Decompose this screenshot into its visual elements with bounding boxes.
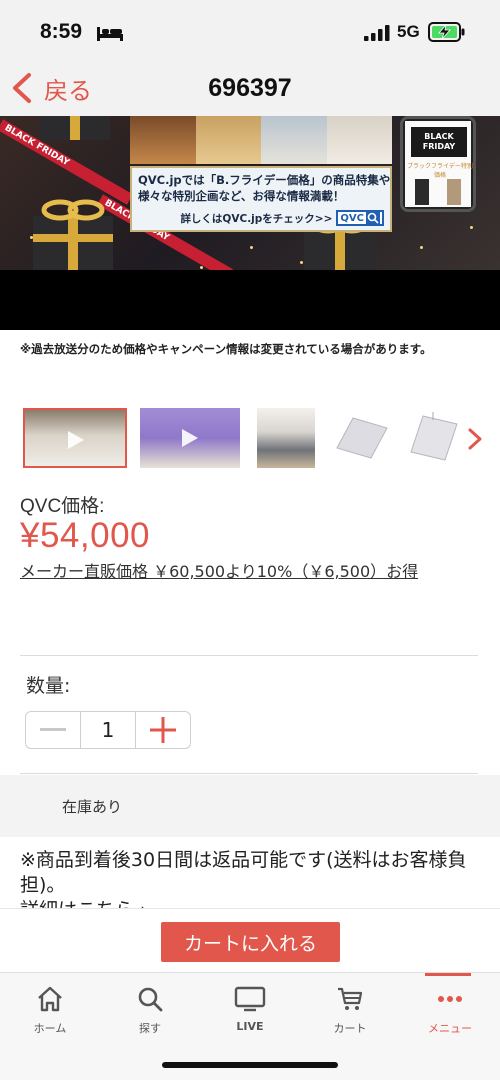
home-indicator bbox=[162, 1062, 338, 1068]
tv-icon bbox=[234, 986, 266, 1012]
return-policy-note: ※商品到着後30日間は返品可能です(送料はお客様負担)。 bbox=[20, 849, 467, 896]
thumbnail-image-3[interactable] bbox=[257, 408, 315, 468]
phone-screen: BLACK FRIDAY ブラックフライデー特別価格 bbox=[405, 121, 474, 207]
thumbnail-video-1[interactable] bbox=[23, 408, 127, 468]
nav-bar: 戻る 696397 bbox=[0, 62, 500, 116]
quantity-value[interactable]: 1 bbox=[80, 712, 136, 748]
increment-button[interactable] bbox=[136, 712, 190, 748]
play-icon bbox=[182, 429, 198, 447]
play-icon bbox=[68, 431, 84, 449]
status-bar: 8:59 5G bbox=[0, 0, 500, 62]
menu-dots-icon bbox=[438, 996, 462, 1002]
price-caption: QVC価格: bbox=[20, 496, 105, 517]
phone-mockup: BLACK FRIDAY ブラックフライデー特別価格 bbox=[400, 116, 476, 212]
sparkle bbox=[420, 246, 423, 249]
maker-price-link[interactable]: メーカー直販価格 ￥60,500より10%（￥6,500）お得 bbox=[20, 558, 418, 582]
heating-pad-image bbox=[410, 412, 458, 461]
quantity-stepper: 1 bbox=[25, 711, 191, 749]
heating-pad-image bbox=[336, 417, 388, 459]
sleep-mode-icon bbox=[97, 27, 123, 41]
tab-label: カート bbox=[333, 1022, 367, 1035]
minus-icon bbox=[40, 728, 67, 731]
add-to-cart-button[interactable]: カートに入れる bbox=[161, 922, 340, 962]
divider bbox=[20, 773, 478, 774]
thumbnail-image-5[interactable] bbox=[407, 408, 459, 468]
active-tab-indicator bbox=[425, 973, 471, 976]
banner-photo bbox=[261, 116, 327, 164]
media-letterbox bbox=[0, 270, 500, 330]
sparkle bbox=[200, 266, 203, 269]
tab-live[interactable]: LIVE bbox=[200, 973, 300, 1045]
details-link[interactable]: 詳細はこちら › bbox=[20, 898, 148, 908]
thumbnail-carousel bbox=[0, 408, 500, 472]
banner-info-line: 様々な特別企画など、お得な情報満載！ bbox=[138, 189, 345, 203]
quantity-label: 数量: bbox=[26, 675, 71, 697]
cart-action-bar: カートに入れる bbox=[0, 908, 500, 972]
divider bbox=[20, 655, 478, 656]
phone-product bbox=[415, 179, 429, 205]
page-title: 696397 bbox=[208, 74, 292, 102]
phone-promo: BLACK FRIDAY bbox=[411, 127, 467, 157]
network-type: 5G bbox=[397, 22, 420, 41]
banner-cta-text: 詳しくはQVC.jpをチェック>> bbox=[180, 212, 333, 225]
banner-info-line: QVC.jpでは「B.フライデー価格」の商品特集や bbox=[138, 173, 391, 187]
phone-promo-line: FRIDAY bbox=[422, 142, 456, 151]
banner-photo bbox=[130, 116, 196, 164]
signal-strength-icon bbox=[364, 25, 390, 41]
tab-search[interactable]: 探す bbox=[100, 973, 200, 1045]
promo-banner[interactable]: BLACK FRIDAY BLACK FRIDAY QVC.jpでは「B.フライ… bbox=[0, 116, 500, 270]
status-time: 8:59 bbox=[40, 20, 83, 43]
sparkle bbox=[470, 226, 473, 229]
banner-info-box: QVC.jpでは「B.フライデー価格」の商品特集や 様々な特別企画など、お得な情… bbox=[130, 166, 392, 232]
banner-cta[interactable]: 詳しくはQVC.jpをチェック>> QVC bbox=[180, 210, 384, 226]
search-icon bbox=[366, 211, 380, 225]
qvc-search-box: QVC bbox=[336, 210, 384, 226]
price-value: ¥54,000 bbox=[20, 516, 151, 555]
tab-menu[interactable]: メニュー bbox=[400, 973, 500, 1045]
gift-box-icon bbox=[40, 116, 110, 140]
tab-cart[interactable]: カート bbox=[300, 973, 400, 1045]
banner-photo-strip bbox=[130, 116, 392, 164]
tab-label: 探す bbox=[139, 1022, 161, 1035]
banner-photo bbox=[195, 116, 261, 164]
search-icon bbox=[138, 987, 163, 1012]
phone-product bbox=[447, 179, 461, 205]
tab-home[interactable]: ホーム bbox=[0, 973, 100, 1045]
stock-panel: 在庫あり bbox=[0, 775, 500, 837]
price-notice: ※過去放送分のため価格やキャンペーン情報は変更されている場合があります。 bbox=[20, 342, 432, 356]
tab-label: ホーム bbox=[33, 1022, 67, 1035]
chevron-right-icon[interactable] bbox=[466, 426, 484, 452]
tab-label: LIVE bbox=[236, 1020, 264, 1033]
decrement-button[interactable] bbox=[26, 712, 80, 748]
cart-icon bbox=[338, 987, 363, 1010]
sparkle bbox=[250, 246, 253, 249]
stock-status: 在庫あり bbox=[62, 798, 123, 816]
thumbnail-image-4[interactable] bbox=[331, 408, 393, 468]
thumbnail-video-2[interactable] bbox=[140, 408, 240, 468]
phone-caption: ブラックフライデー特別価格 bbox=[407, 163, 474, 179]
qvc-logo: QVC bbox=[340, 212, 364, 224]
plus-icon bbox=[149, 717, 176, 743]
tab-label: メニュー bbox=[428, 1022, 472, 1035]
phone-promo-line: BLACK bbox=[424, 132, 454, 141]
gift-box-icon bbox=[33, 199, 113, 270]
battery-charging-icon bbox=[428, 22, 465, 42]
home-icon bbox=[38, 986, 62, 1012]
banner-photo bbox=[326, 116, 392, 164]
